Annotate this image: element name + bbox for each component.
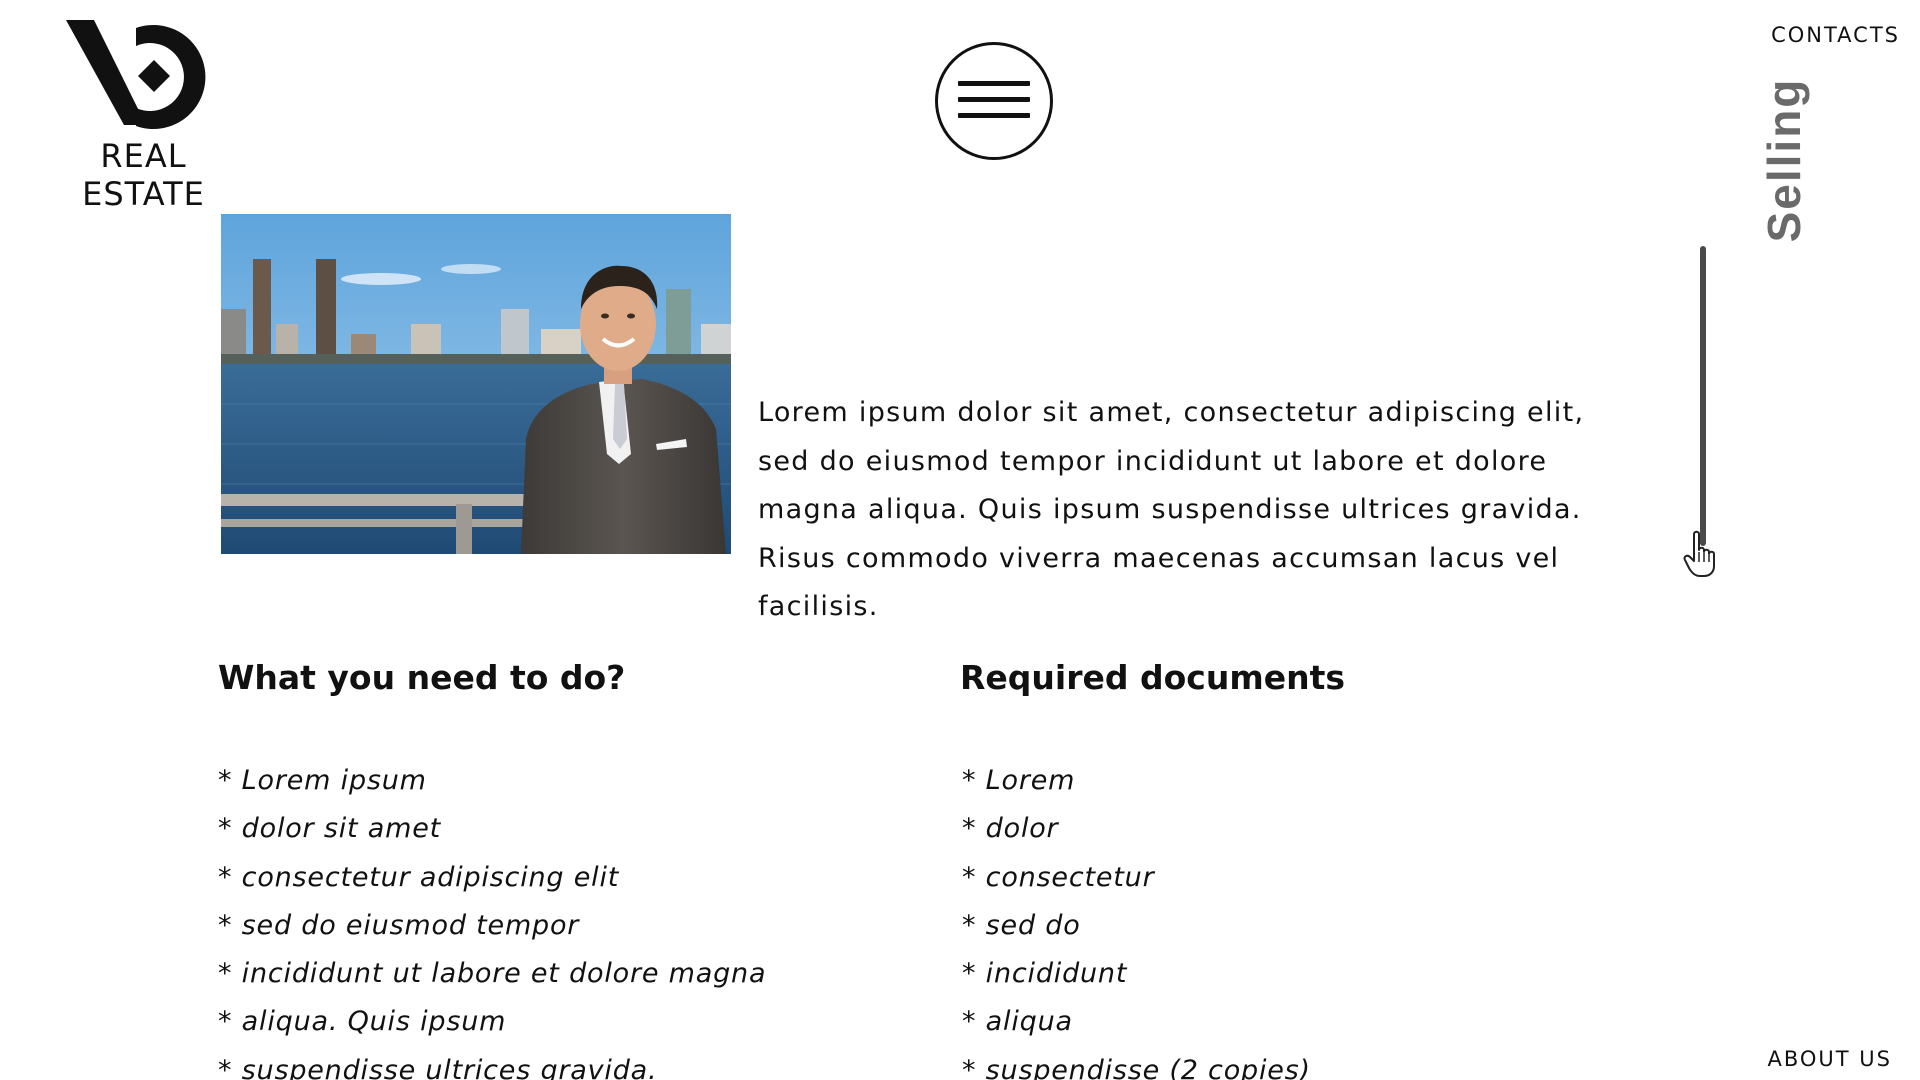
list-item: * dolor <box>962 813 1059 845</box>
what-to-do-list: * Lorem ipsum * dolor sit amet * consect… <box>218 757 766 1080</box>
list-item: * consectetur adipiscing elit <box>218 861 620 893</box>
intro-paragraph: Lorem ipsum dolor sit amet, consectetur … <box>758 397 1585 622</box>
list-item: * suspendisse (2 copies) <box>962 1054 1311 1080</box>
hamburger-line-icon <box>958 97 1030 102</box>
list-item: * incididunt <box>962 958 1128 990</box>
list-item: * incididunt ut labore et dolore magna <box>218 958 767 990</box>
required-documents-heading: Required documents <box>960 658 1346 697</box>
list-item: * Lorem ipsum <box>218 765 427 796</box>
required-documents-list: * Lorem * dolor * consectetur * sed do *… <box>962 757 1311 1080</box>
menu-button[interactable] <box>935 42 1053 160</box>
agent-photo <box>221 214 731 554</box>
list-item: * consectetur <box>962 861 1155 893</box>
list-item: * aliqua. Quis ipsum <box>218 1006 507 1038</box>
list-item: * sed do eiusmod tempor <box>218 909 580 941</box>
scroll-indicator[interactable] <box>1700 246 1706 546</box>
page: REAL ESTATE CONTACTS ABOUT US Selling Lo… <box>0 0 1920 1080</box>
list-item: * dolor sit amet <box>218 813 442 845</box>
contacts-link[interactable]: CONTACTS <box>1771 23 1900 47</box>
list-item: * sed do <box>962 909 1081 941</box>
logo-mark-icon <box>66 20 206 130</box>
hamburger-line-icon <box>958 81 1030 86</box>
brand-logo[interactable]: REAL ESTATE <box>36 20 251 213</box>
hamburger-line-icon <box>958 113 1030 118</box>
hand-cursor-icon <box>1683 530 1715 577</box>
list-item: * aliqua <box>962 1006 1073 1038</box>
what-to-do-heading: What you need to do? <box>218 658 626 697</box>
list-item: * suspendisse ultrices gravida. <box>218 1054 658 1080</box>
list-item: * Lorem <box>962 765 1076 796</box>
logo-text: REAL ESTATE <box>82 137 205 213</box>
about-us-link[interactable]: ABOUT US <box>1767 1047 1892 1071</box>
section-label: Selling <box>1758 77 1810 243</box>
